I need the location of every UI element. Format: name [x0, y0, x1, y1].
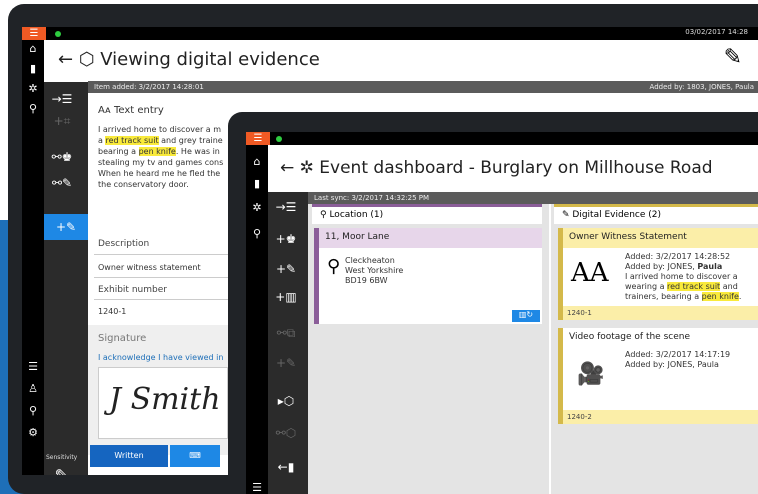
search-person-icon[interactable]: ⚲ — [22, 404, 44, 417]
signature-label: Signature — [98, 333, 147, 344]
added-date: Added: 3/2/2017 14:28:52 — [625, 252, 731, 261]
exhibit-value[interactable]: 1240-1 — [98, 307, 126, 316]
link-tag-icon[interactable]: ⚯✎ — [44, 176, 80, 190]
written-tab[interactable]: Written — [90, 445, 168, 467]
description-value[interactable]: Owner witness statement — [98, 263, 201, 272]
location-pin-icon[interactable]: ⚲ — [246, 227, 268, 240]
page-title: Viewing digital evidence — [100, 49, 320, 70]
status-bar — [246, 132, 758, 145]
text-entry-heading: Aᴀ Text entry — [98, 105, 164, 116]
address-line: BD19 6BW — [345, 276, 388, 285]
back-arrow-icon[interactable]: ← ⬡ — [58, 49, 100, 70]
page-title: Event dashboard - Burglary on Millhouse … — [319, 158, 713, 178]
evidence-card[interactable]: Owner Witness Statement AA Added: 3/2/20… — [558, 228, 758, 320]
add-person-icon[interactable]: +♚ — [268, 232, 304, 246]
item-added-text: Item added: 3/2/2017 14:28:01 — [94, 83, 204, 91]
nav-rail: ⌂ ▮ ✲ ⚲ ☰ ♙ ⚲ ⚙ — [22, 40, 44, 475]
evidence-excerpt: wearing a red track suit and — [625, 282, 738, 291]
add-tag-icon[interactable]: +✎ — [268, 262, 304, 276]
evidence-excerpt: I arrived home to discover a — [625, 272, 738, 281]
location-name: 11, Moor Lane — [319, 228, 542, 248]
exhibit-label: Exhibit number — [98, 285, 167, 295]
front-header: ← ✲ Event dashboard - Burglary on Millho… — [280, 158, 713, 178]
location-pin-icon[interactable]: ⚲ — [22, 102, 44, 115]
video-camera-icon: 🎥 — [577, 362, 605, 387]
entry-line: I arrived home to discover a m — [98, 125, 222, 134]
list-add-icon[interactable]: →☰ — [268, 200, 304, 214]
back-toolbar: →☰ +⌗ ⚯♚ ⚯✎ +✎ Sensitivity ✎ — [44, 82, 88, 475]
added-date: Added: 3/2/2017 14:17:19 — [625, 350, 731, 359]
evidence-title: Owner Witness Statement — [563, 228, 758, 248]
tag-icon[interactable]: ✎ — [44, 466, 80, 475]
exhibit-id: 1240-2 — [563, 410, 758, 424]
gear-icon[interactable]: ✲ — [246, 201, 268, 214]
settings-icon[interactable]: ⚙ — [22, 426, 44, 439]
notebook-icon[interactable]: ▮ — [246, 177, 268, 190]
notebook-icon[interactable]: ▮ — [22, 62, 44, 75]
font-icon: Aᴀ — [98, 105, 114, 116]
entry-line: the conservatory door. — [98, 180, 189, 189]
add-frame-icon[interactable]: +⌗ — [44, 114, 80, 129]
back-doc-icon[interactable]: ←▮ — [268, 460, 304, 474]
keyboard-icon[interactable]: ⌨ — [170, 445, 220, 467]
description-label: Description — [98, 239, 150, 249]
column-divider — [549, 204, 551, 494]
home-icon[interactable]: ⌂ — [22, 42, 44, 55]
list-icon[interactable]: ☰ — [22, 360, 44, 373]
link-cube-icon[interactable]: ⚯⬡ — [268, 426, 304, 440]
connection-dot — [276, 136, 282, 142]
tab-evidence[interactable]: ✎ Digital Evidence (2) — [554, 204, 758, 224]
entry-line: bearing a pen knife. He was in — [98, 147, 220, 156]
back-arrow-icon[interactable]: ← ✲ — [280, 158, 319, 178]
link-person-icon[interactable]: ⚯♚ — [44, 150, 80, 164]
connection-dot — [55, 31, 61, 37]
play-cube-icon[interactable]: ▸⬡ — [268, 394, 304, 408]
meta-bar: Item added: 3/2/2017 14:28:01 Added by: 1… — [88, 81, 758, 93]
address-line: Cleckheaton — [345, 256, 395, 265]
nav-rail: ⌂ ▮ ✲ ⚲ ☰ — [246, 145, 268, 494]
gear-icon[interactable]: ✲ — [22, 82, 44, 95]
text-entry-icon: AA — [571, 258, 609, 288]
front-toolbar: →☰ +♚ +✎ +▥ ⚯⧉ +✎ ▸⬡ ⚯⬡ ←▮ — [268, 192, 308, 494]
person-icon[interactable]: ♙ — [22, 382, 44, 395]
evidence-excerpt: trainers, bearing a pen knife. — [625, 292, 742, 301]
add-books-icon[interactable]: +▥ — [268, 290, 304, 304]
location-pin-icon: ⚲ — [327, 256, 341, 277]
menu-button[interactable]: ☰ — [22, 27, 46, 40]
front-screen: ☰ ⌂ ▮ ✲ ⚲ ☰ →☰ +♚ +✎ +▥ ⚯⧉ +✎ ▸⬡ ⚯⬡ ←▮ ←… — [246, 132, 758, 494]
status-bar: 03/02/2017 14:28 — [22, 27, 758, 40]
signature-scrawl: J Smith — [109, 382, 221, 417]
sync-bar: Last sync: 3/2/2017 14:32:25 PM — [308, 192, 758, 204]
edit-pencil-icon[interactable]: ✎ — [724, 45, 742, 70]
sensitivity-label: Sensitivity — [46, 454, 78, 461]
evidence-card[interactable]: Video footage of the scene 🎥 Added: 3/2/… — [558, 328, 758, 424]
datetime: 03/02/2017 14:28 — [685, 28, 748, 36]
entry-line: stealing my tv and games cons — [98, 158, 224, 167]
entry-line: When he heard me he fled the — [98, 169, 221, 178]
menu-button[interactable]: ☰ — [246, 132, 270, 145]
list-icon[interactable]: ☰ — [246, 481, 268, 494]
entry-line: a red track suit and grey traine — [98, 136, 223, 145]
address-line: West Yorkshire — [345, 266, 404, 275]
link-copy-icon[interactable]: ⚯⧉ — [268, 326, 304, 341]
tag-icon: ✎ — [562, 210, 573, 220]
tab-location[interactable]: ⚲ Location (1) — [312, 204, 542, 224]
sync-icon[interactable]: ▥↻ — [512, 310, 540, 322]
added-by: Added by: JONES, Paula — [625, 360, 719, 369]
add-evidence-icon[interactable]: +✎ — [44, 214, 88, 240]
acknowledge-link[interactable]: I acknowledge I have viewed in — [98, 353, 223, 362]
add-note-icon[interactable]: +✎ — [268, 356, 304, 370]
home-icon[interactable]: ⌂ — [246, 155, 268, 168]
evidence-title: Video footage of the scene — [569, 332, 690, 342]
back-header: ← ⬡ Viewing digital evidence — [58, 49, 320, 70]
added-by: Added by: JONES, Paula — [625, 262, 723, 271]
location-card[interactable]: 11, Moor Lane ⚲ Cleckheaton West Yorkshi… — [314, 228, 542, 324]
exhibit-id: 1240-1 — [563, 306, 758, 320]
list-add-icon[interactable]: →☰ — [44, 92, 80, 106]
added-by-text: Added by: 1803, JONES, Paula — [649, 83, 754, 91]
signature-box[interactable]: J Smith — [98, 367, 228, 439]
